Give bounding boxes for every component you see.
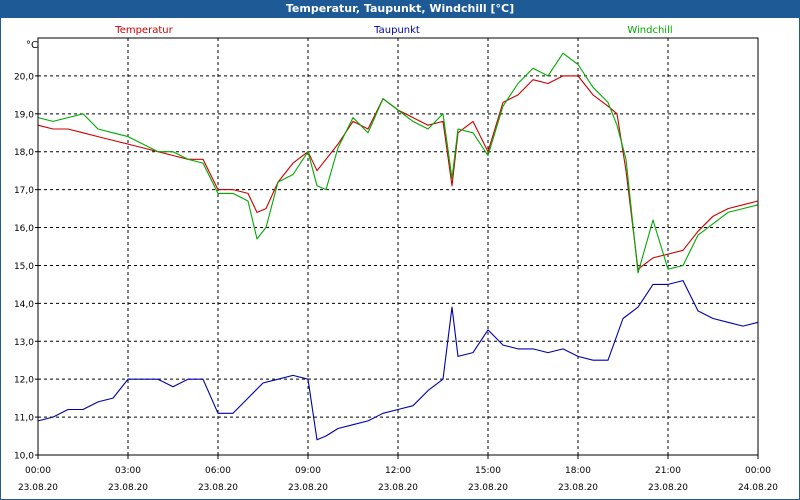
y-tick-label: 20,0 [14, 72, 34, 82]
x-tick-date: 23.08.20 [288, 483, 328, 493]
y-tick-label: 15,0 [14, 262, 34, 272]
y-tick-label: 13,0 [14, 338, 34, 348]
y-tick-label: 14,0 [14, 300, 34, 310]
x-tick-date: 23.08.20 [558, 483, 598, 493]
x-tick-time: 00:00 [25, 466, 51, 476]
x-tick-date: 23.08.20 [18, 483, 58, 493]
y-tick-label: 16,0 [14, 224, 34, 234]
x-tick-time: 06:00 [205, 466, 231, 476]
x-tick-time: 03:00 [115, 466, 141, 476]
x-tick-date: 23.08.20 [378, 483, 418, 493]
legend: Temperatur Taupunkt Windchill [114, 25, 672, 36]
y-tick-label: 12,0 [14, 376, 34, 386]
legend-temperatur: Temperatur [114, 25, 173, 36]
x-tick-time: 15:00 [475, 466, 501, 476]
y-tick-label: 10,0 [14, 452, 34, 462]
x-tick-time: 09:00 [295, 466, 321, 476]
x-tick-time: 18:00 [565, 466, 591, 476]
window-title: Temperatur, Taupunkt, Windchill [°C] [0, 0, 800, 18]
y-tick-label: 19,0 [14, 110, 34, 120]
x-tick-time: 21:00 [655, 466, 681, 476]
x-tick-date: 23.08.20 [108, 483, 148, 493]
x-tick-time: 00:00 [745, 466, 771, 476]
y-tick-label: 11,0 [14, 414, 34, 424]
x-tick-date: 23.08.20 [198, 483, 238, 493]
x-tick-date: 23.08.20 [648, 483, 688, 493]
grid-lines [38, 38, 758, 455]
x-tick-date: 23.08.20 [468, 483, 508, 493]
y-tick-label: 18,0 [14, 148, 34, 158]
legend-taupunkt: Taupunkt [373, 25, 420, 36]
line-chart: 10,0 11,0 12,0 13,0 14,0 15,0 16,0 17,0 18,0 19,0… [14, 25, 778, 493]
x-tick-time: 12:00 [385, 466, 411, 476]
x-tick-date: 24.08.20 [738, 483, 778, 493]
y-axis-label: °C [26, 40, 38, 51]
legend-windchill: Windchill [627, 25, 672, 36]
y-tick-label: 17,0 [14, 186, 34, 196]
